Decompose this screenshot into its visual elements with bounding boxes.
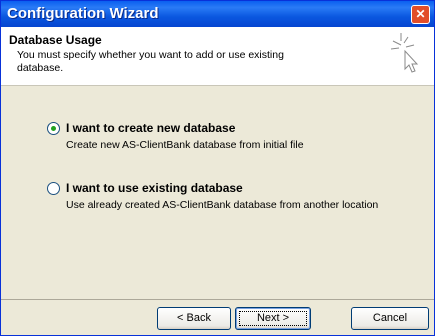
focus-rect: [239, 311, 307, 326]
close-button[interactable]: ✕: [411, 5, 430, 24]
use-existing-description: Use already created AS-ClientBank databa…: [66, 199, 379, 211]
next-button[interactable]: Next >: [235, 307, 311, 330]
create-new-radio[interactable]: [47, 122, 60, 135]
create-new-description: Create new AS-ClientBank database from i…: [66, 139, 304, 151]
wizard-window: Configuration Wizard ✕ Database Usage Yo…: [0, 0, 435, 336]
page-title: Database Usage: [9, 33, 102, 47]
wizard-header: Database Usage You must specify whether …: [1, 27, 434, 86]
page-description: You must specify whether you want to add…: [17, 49, 284, 74]
title-bar[interactable]: Configuration Wizard ✕: [1, 1, 434, 27]
back-button[interactable]: < Back: [157, 307, 231, 330]
footer-divider: [1, 299, 434, 300]
create-new-label[interactable]: I want to create new database: [66, 121, 235, 135]
window-title: Configuration Wizard: [7, 5, 159, 22]
cancel-button[interactable]: Cancel: [351, 307, 429, 330]
wizard-wand-icon: [390, 33, 419, 73]
use-existing-radio[interactable]: [47, 182, 60, 195]
close-icon: ✕: [415, 7, 426, 21]
use-existing-label[interactable]: I want to use existing database: [66, 181, 243, 195]
